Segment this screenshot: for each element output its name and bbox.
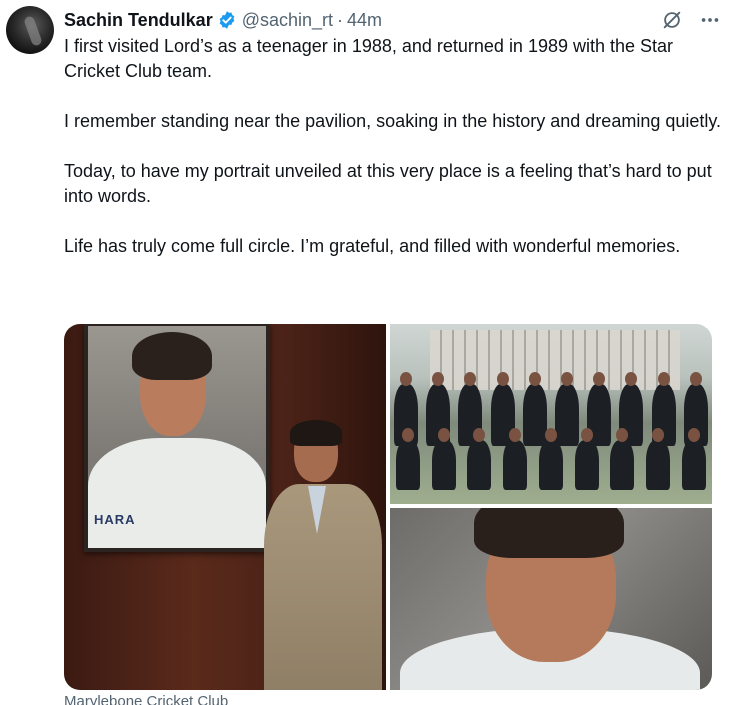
portrait-frame: HARA: [84, 324, 270, 552]
verified-badge-icon: [217, 10, 237, 30]
more-icon[interactable]: [699, 9, 721, 31]
photo-team-group[interactable]: [390, 324, 712, 504]
tweet-timestamp[interactable]: 44m: [347, 10, 382, 31]
avatar[interactable]: [6, 6, 54, 54]
hair: [290, 420, 342, 446]
tweet-paragraph: I first visited Lord’s as a teenager in …: [64, 36, 674, 81]
tweet-text: I first visited Lord’s as a teenager in …: [64, 34, 724, 284]
tweet-header: Sachin Tendulkar @sachin_rt · 44m: [64, 8, 735, 32]
header-actions: [661, 8, 721, 32]
slash-circle-icon[interactable]: [661, 9, 683, 31]
tweet-paragraph: I remember standing near the pavilion, s…: [64, 111, 722, 131]
photo-portrait-unveiling[interactable]: HARA: [64, 324, 386, 690]
photo-portrait-closeup[interactable]: [390, 508, 712, 690]
media-caption: Marylebone Cricket Club: [64, 693, 229, 705]
man-in-suit: [264, 420, 382, 690]
portrait-hair: [132, 332, 212, 380]
portrait-shirt-text: HARA: [94, 512, 136, 527]
author-name[interactable]: Sachin Tendulkar: [64, 10, 213, 31]
closeup-hair: [474, 508, 624, 558]
tweet[interactable]: Sachin Tendulkar @sachin_rt · 44m I firs…: [0, 0, 745, 705]
avatar-figure: [23, 15, 43, 47]
team-front-row: [390, 428, 712, 490]
separator-dot: ·: [337, 9, 344, 30]
tweet-paragraph: Today, to have my portrait unveiled at t…: [64, 161, 712, 206]
portrait-painting: HARA: [88, 326, 266, 548]
portrait-shirt: [88, 438, 266, 548]
tweet-paragraph: Life has truly come full circle. I’m gra…: [64, 236, 681, 256]
suit: [264, 484, 382, 690]
author-handle[interactable]: @sachin_rt: [242, 10, 333, 31]
media-grid: HARA: [64, 324, 712, 690]
